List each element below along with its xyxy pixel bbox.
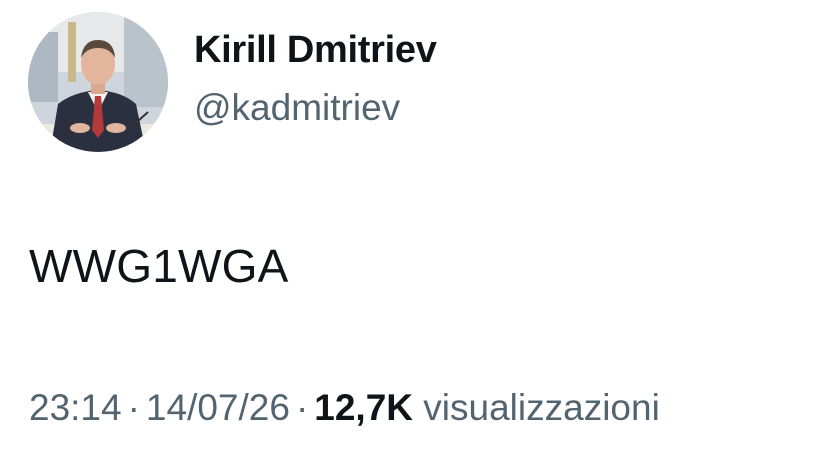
tweet-header: Kirill Dmitriev @kadmitriev <box>28 12 437 152</box>
author-display-name[interactable]: Kirill Dmitriev <box>194 27 437 73</box>
views-count: 12,7K <box>314 387 414 428</box>
avatar-photo <box>28 12 168 152</box>
tweet-meta: 23:14 · 14/07/26 · 12,7K visualizzazioni <box>29 385 660 431</box>
tweet-time[interactable]: 23:14 <box>29 387 122 428</box>
author-identity: Kirill Dmitriev @kadmitriev <box>194 27 437 131</box>
meta-separator: · <box>295 387 309 428</box>
views-label: visualizzazioni <box>423 387 660 428</box>
avatar[interactable] <box>28 12 168 152</box>
author-handle[interactable]: @kadmitriev <box>194 85 437 131</box>
tweet-card: Kirill Dmitriev @kadmitriev WWG1WGA 23:1… <box>0 0 821 454</box>
tweet-text: WWG1WGA <box>29 240 289 292</box>
meta-separator: · <box>127 387 140 428</box>
tweet-date[interactable]: 14/07/26 <box>146 387 290 428</box>
